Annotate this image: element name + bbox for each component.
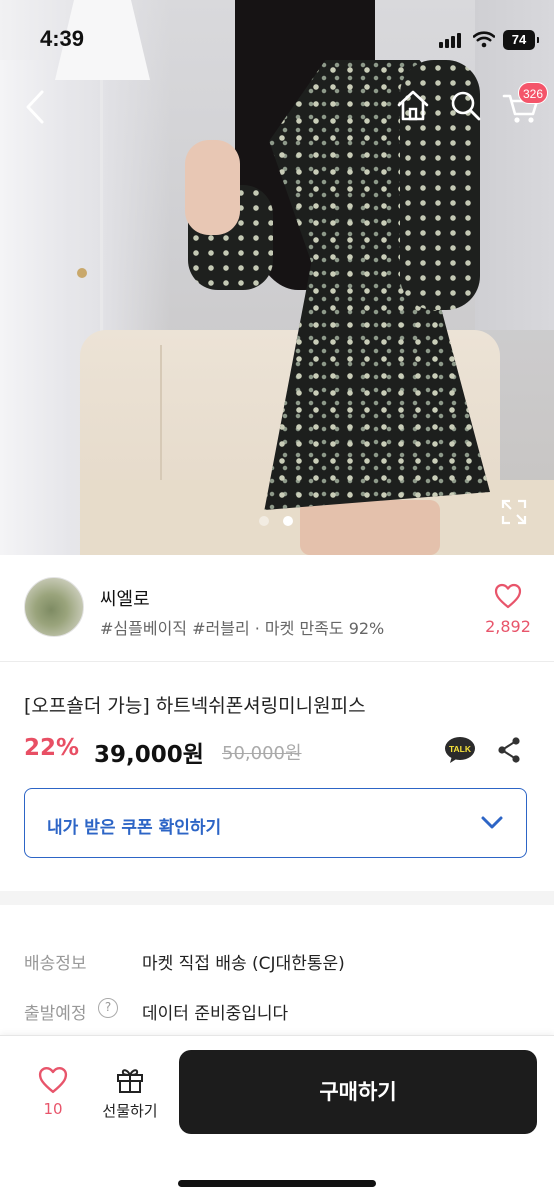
heart-outline-icon — [38, 1066, 68, 1094]
original-price: 50,000원 — [222, 743, 302, 764]
product-info: [오프숄더 가능] 하트넥쉬폰셔링미니원피스 22% 39,000원 50,00… — [0, 663, 554, 891]
like-button[interactable]: 10 — [26, 1064, 80, 1124]
like-count: 10 — [43, 1100, 63, 1118]
photo-sofa-seam — [160, 345, 162, 495]
seller-name[interactable]: 씨엘로 — [100, 585, 150, 611]
product-image-gallery[interactable]: 4:39 74 326 — [0, 0, 554, 555]
shipping-value: 마켓 직접 배송 (CJ대한통운) — [142, 954, 345, 974]
section-divider — [0, 891, 554, 905]
kakao-talk-icon[interactable]: TALK — [444, 736, 476, 764]
gallery-pagination — [259, 516, 299, 528]
coupon-label: 내가 받은 쿠폰 확인하기 — [47, 818, 222, 838]
photo-curtain — [0, 60, 70, 555]
battery-icon: 74 — [503, 30, 539, 50]
gift-label: 선물하기 — [102, 1102, 158, 1120]
buy-button[interactable]: 구매하기 — [179, 1050, 537, 1134]
sale-price: 39,000원 — [94, 742, 204, 768]
gallery-dot-active[interactable] — [283, 516, 293, 526]
expand-icon[interactable] — [500, 498, 528, 526]
help-icon[interactable]: ? — [98, 998, 118, 1018]
departure-label: 출발예정 — [24, 1004, 87, 1024]
shipping-label: 배송정보 — [24, 954, 87, 974]
seller-like-count: 2,892 — [485, 617, 531, 636]
back-chevron-left-icon[interactable] — [20, 86, 50, 128]
home-indicator — [178, 1180, 376, 1187]
product-title: [오프숄더 가능] 하트넥쉬폰셔링미니원피스 — [24, 695, 366, 717]
seller-tags: #심플베이직 #러블리 · 마켓 만족도 92% — [100, 619, 385, 638]
bottom-action-bar: 10 선물하기 구매하기 — [0, 1035, 554, 1200]
photo-wall-hook — [77, 268, 87, 278]
chevron-down-icon — [481, 816, 503, 829]
photo-model-hand — [185, 140, 240, 235]
signal-icon — [439, 32, 463, 48]
heart-outline-icon — [494, 583, 522, 609]
gift-icon — [117, 1069, 143, 1093]
seller-avatar[interactable] — [24, 577, 84, 637]
status-time: 4:39 — [40, 26, 85, 51]
gift-button[interactable]: 선물하기 — [96, 1064, 164, 1124]
search-icon[interactable] — [448, 88, 484, 124]
discount-rate: 22% — [24, 735, 80, 761]
status-bar: 4:39 74 — [0, 0, 554, 80]
coupon-check-button[interactable]: 내가 받은 쿠폰 확인하기 — [24, 788, 527, 858]
share-icon[interactable] — [496, 736, 522, 764]
seller-section[interactable]: 씨엘로 #심플베이직 #러블리 · 마켓 만족도 92% 2,892 — [0, 555, 554, 662]
home-icon[interactable] — [394, 86, 432, 126]
seller-like-button[interactable]: 2,892 — [478, 581, 538, 637]
gallery-dot[interactable] — [259, 516, 269, 526]
photo-model-legs — [300, 500, 440, 555]
cart-count-badge: 326 — [518, 82, 549, 104]
departure-value: 데이터 준비중입니다 — [142, 1004, 289, 1024]
wifi-icon — [473, 31, 495, 48]
talk-label: TALK — [449, 744, 472, 754]
shipping-info: 배송정보 마켓 직접 배송 (CJ대한통운) 출발예정 ? 데이터 준비중입니다 — [0, 905, 554, 1045]
